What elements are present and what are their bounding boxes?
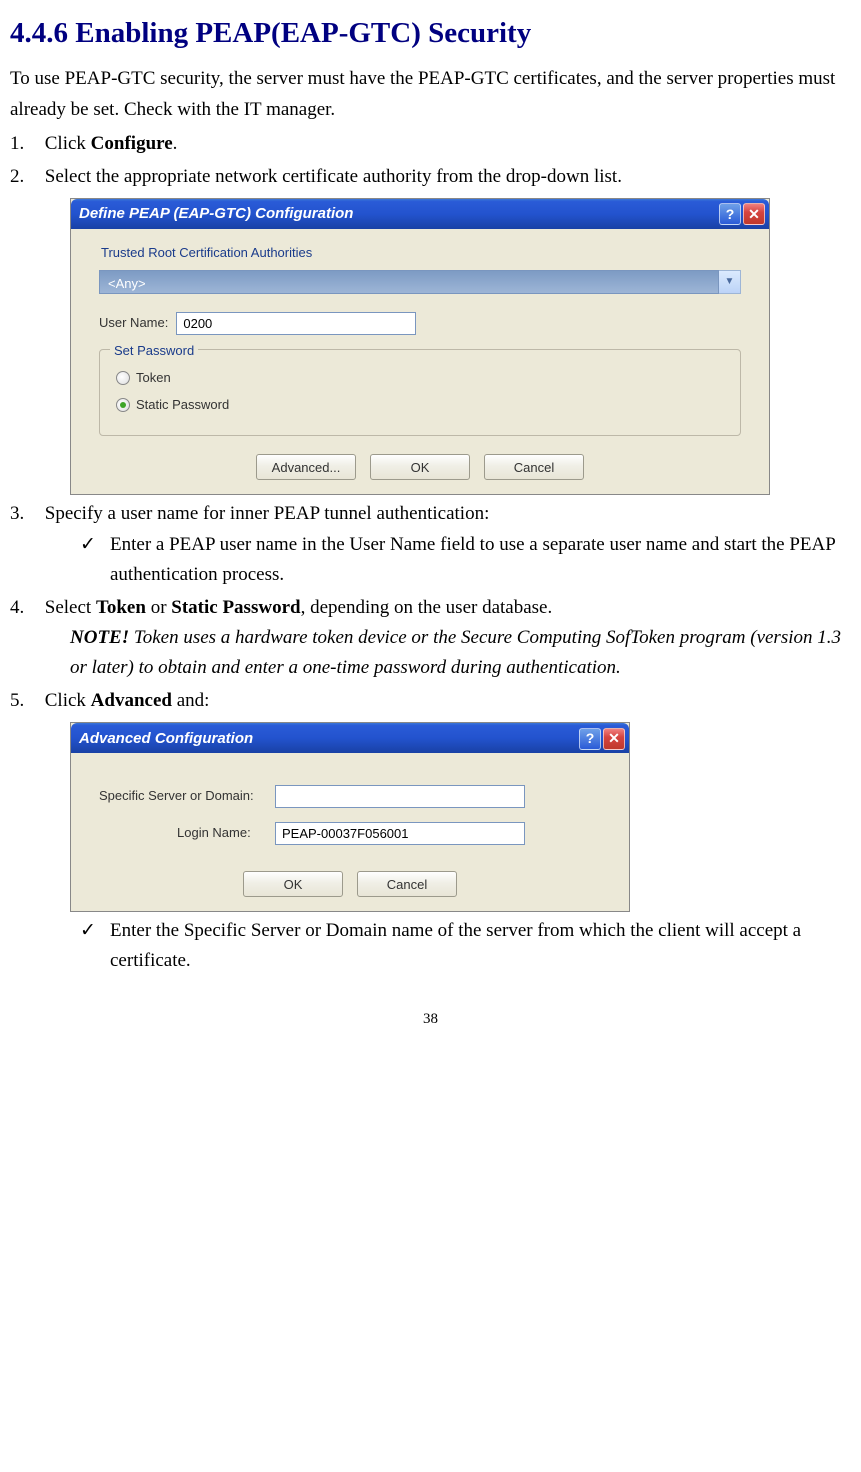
- dialog-button-row: OK Cancel: [89, 871, 611, 897]
- ok-button[interactable]: OK: [243, 871, 343, 897]
- section-heading: 4.4.6 Enabling PEAP(EAP-GTC) Security: [10, 10, 851, 56]
- username-input[interactable]: [176, 312, 416, 335]
- step-text: or: [146, 597, 171, 618]
- advanced-button[interactable]: Advanced...: [256, 454, 356, 480]
- step-4: Select Token or Static Password, dependi…: [10, 593, 851, 684]
- cancel-button[interactable]: Cancel: [484, 454, 584, 480]
- radio-icon: [116, 398, 130, 412]
- step-5-sub-1: Enter the Specific Server or Domain name…: [80, 916, 851, 977]
- note-label: NOTE!: [70, 627, 129, 648]
- username-row: User Name:: [99, 312, 741, 335]
- set-password-legend: Set Password: [110, 341, 198, 362]
- step-text: Select: [45, 597, 96, 618]
- server-label: Specific Server or Domain:: [99, 786, 267, 807]
- radio-static-label: Static Password: [136, 395, 229, 416]
- step-text: Select the appropriate network certifica…: [45, 166, 622, 187]
- ok-button[interactable]: OK: [370, 454, 470, 480]
- trca-value: <Any>: [99, 270, 719, 294]
- step-text: Click: [45, 690, 91, 711]
- help-icon[interactable]: ?: [579, 728, 601, 750]
- step-text: Click: [45, 133, 91, 154]
- close-icon[interactable]: ✕: [743, 203, 765, 225]
- step-text: .: [173, 133, 178, 154]
- step-bold: Token: [96, 597, 146, 618]
- step-3-sublist: Enter a PEAP user name in the User Name …: [40, 530, 851, 591]
- step-5: Click Advanced and: Advanced Configurati…: [10, 686, 851, 977]
- close-icon[interactable]: ✕: [603, 728, 625, 750]
- dialog-body: Trusted Root Certification Authorities <…: [71, 229, 769, 494]
- titlebar: Define PEAP (EAP-GTC) Configuration ? ✕: [71, 199, 769, 229]
- step-3: Specify a user name for inner PEAP tunne…: [10, 499, 851, 590]
- page-number: 38: [10, 1007, 851, 1031]
- sub-text: Enter the Specific Server or Domain name…: [110, 920, 801, 971]
- step-text: Specify a user name for inner PEAP tunne…: [45, 503, 490, 524]
- cancel-button[interactable]: Cancel: [357, 871, 457, 897]
- radio-icon: [116, 371, 130, 385]
- note-text: Token uses a hardware token device or th…: [70, 627, 841, 678]
- username-label: User Name:: [99, 313, 168, 334]
- steps-list: Click Configure. Select the appropriate …: [10, 129, 851, 977]
- radio-token-label: Token: [136, 368, 171, 389]
- chevron-down-icon[interactable]: ▼: [719, 270, 741, 294]
- note: NOTE! Token uses a hardware token device…: [40, 623, 851, 684]
- step-bold: Static Password: [171, 597, 300, 618]
- step-text: , depending on the user database.: [301, 597, 553, 618]
- trca-label: Trusted Root Certification Authorities: [101, 243, 751, 264]
- dialog-body: Specific Server or Domain: Login Name: O…: [71, 753, 629, 911]
- step-1: Click Configure.: [10, 129, 851, 159]
- login-input[interactable]: [275, 822, 525, 845]
- advanced-config-dialog: Advanced Configuration ? ✕ Specific Serv…: [70, 722, 630, 912]
- intro-paragraph: To use PEAP-GTC security, the server mus…: [10, 64, 851, 125]
- help-icon[interactable]: ?: [719, 203, 741, 225]
- login-row: Login Name:: [99, 822, 601, 845]
- trca-combobox[interactable]: <Any> ▼: [99, 270, 741, 294]
- define-peap-dialog: Define PEAP (EAP-GTC) Configuration ? ✕ …: [70, 198, 770, 495]
- step-2: Select the appropriate network certifica…: [10, 162, 851, 496]
- radio-static-row[interactable]: Static Password: [116, 395, 724, 416]
- step-text: and:: [172, 690, 209, 711]
- sub-text: Enter a PEAP user name in the User Name …: [110, 534, 835, 585]
- dialog-title: Advanced Configuration: [79, 727, 577, 751]
- server-row: Specific Server or Domain:: [99, 785, 601, 808]
- step-bold: Advanced: [91, 690, 172, 711]
- radio-token-row[interactable]: Token: [116, 368, 724, 389]
- step-bold: Configure: [91, 133, 173, 154]
- dialog-button-row: Advanced... OK Cancel: [89, 454, 751, 480]
- step-3-sub-1: Enter a PEAP user name in the User Name …: [80, 530, 851, 591]
- dialog-title: Define PEAP (EAP-GTC) Configuration: [79, 202, 717, 226]
- server-input[interactable]: [275, 785, 525, 808]
- step-5-sublist: Enter the Specific Server or Domain name…: [40, 916, 851, 977]
- titlebar: Advanced Configuration ? ✕: [71, 723, 629, 753]
- set-password-group: Set Password Token Static Password: [99, 349, 741, 437]
- login-label: Login Name:: [99, 823, 267, 844]
